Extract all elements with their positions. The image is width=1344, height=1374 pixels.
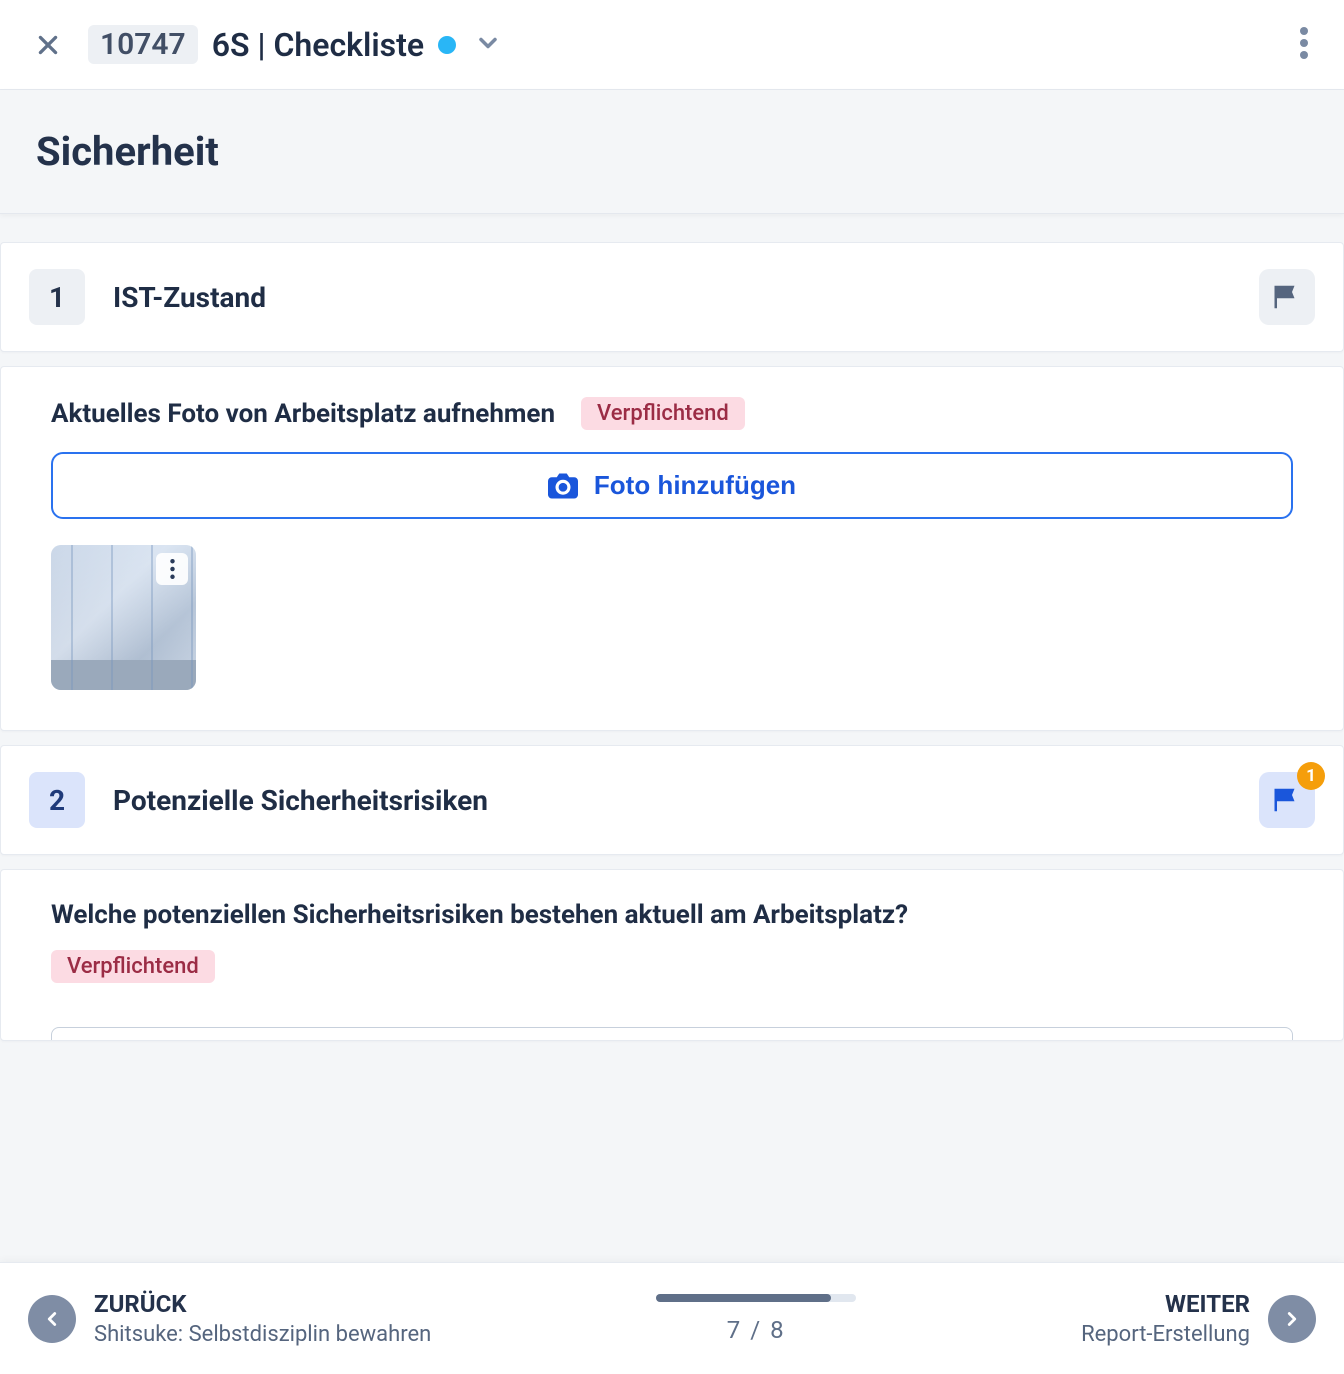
id-badge: 10747 <box>88 25 198 64</box>
more-vertical-icon <box>1300 27 1308 59</box>
next-sublabel: Report-Erstellung <box>1081 1322 1250 1347</box>
question-header-card: 2 Potenzielle Sicherheitsrisiken 1 <box>0 745 1344 855</box>
prompt-text: Welche potenziellen Sicherheitsrisiken b… <box>51 900 908 930</box>
more-vertical-icon <box>170 559 175 579</box>
question-title: IST-Zustand <box>113 281 1231 314</box>
app-header: 10747 6S | Checkliste <box>0 0 1344 90</box>
title-dropdown-button[interactable] <box>470 25 506 65</box>
page-current: 7 <box>727 1316 743 1344</box>
nav-back-labels: ZURÜCK Shitsuke: Selbstdisziplin bewahre… <box>94 1290 431 1347</box>
progress-bar <box>656 1294 856 1302</box>
section-title: Sicherheit <box>0 90 1344 214</box>
answer-input[interactable] <box>51 1027 1293 1041</box>
flag-count-badge: 1 <box>1297 762 1325 790</box>
add-photo-label: Foto hinzufügen <box>594 470 796 501</box>
nav-back-group: ZURÜCK Shitsuke: Selbstdisziplin bewahre… <box>28 1290 431 1347</box>
question-number-badge: 1 <box>29 269 85 325</box>
next-button[interactable] <box>1268 1295 1316 1343</box>
flag-icon <box>1272 785 1302 815</box>
photo-thumbnail[interactable] <box>51 545 196 690</box>
back-button[interactable] <box>28 1295 76 1343</box>
thumbnail-more-button[interactable] <box>156 553 188 585</box>
header-left-group: 10747 6S | Checkliste <box>28 25 506 65</box>
chevron-right-icon <box>1281 1308 1303 1330</box>
camera-icon <box>548 473 578 499</box>
status-dot-icon <box>438 36 456 54</box>
back-sublabel: Shitsuke: Selbstdisziplin bewahren <box>94 1322 431 1347</box>
page-total: 8 <box>770 1316 786 1344</box>
page-indicator: 7 / 8 <box>656 1316 856 1344</box>
prompt-block: Welche potenziellen Sicherheitsrisiken b… <box>51 900 1293 1005</box>
question-header-card: 1 IST-Zustand <box>0 242 1344 352</box>
required-badge: Verpflichtend <box>51 950 215 983</box>
question-body-card: Aktuelles Foto von Arbeitsplatz aufnehme… <box>0 366 1344 731</box>
flag-button[interactable] <box>1259 269 1315 325</box>
title-group: 10747 6S | Checkliste <box>88 25 506 65</box>
footer-center: 7 / 8 <box>656 1294 856 1344</box>
prompt-text: Aktuelles Foto von Arbeitsplatz aufnehme… <box>51 399 555 429</box>
footer-nav: ZURÜCK Shitsuke: Selbstdisziplin bewahre… <box>0 1262 1344 1374</box>
close-button[interactable] <box>28 25 68 65</box>
thumbnail-row <box>51 545 1293 690</box>
prompt-line: Aktuelles Foto von Arbeitsplatz aufnehme… <box>51 397 1293 430</box>
page-sep: / <box>742 1316 770 1344</box>
add-photo-button[interactable]: Foto hinzufügen <box>51 452 1293 519</box>
question-header: 2 Potenzielle Sicherheitsrisiken 1 <box>1 746 1343 854</box>
back-label: ZURÜCK <box>94 1290 431 1318</box>
progress-fill <box>656 1294 831 1302</box>
chevron-left-icon <box>41 1308 63 1330</box>
question-title: Potenzielle Sicherheitsrisiken <box>113 784 1231 817</box>
question-body: Welche potenziellen Sicherheitsrisiken b… <box>1 870 1343 1041</box>
page-title: 6S | Checkliste <box>212 26 424 64</box>
required-badge: Verpflichtend <box>581 397 745 430</box>
question-number-badge: 2 <box>29 772 85 828</box>
nav-next-group: WEITER Report-Erstellung <box>1081 1290 1316 1347</box>
next-label: WEITER <box>1081 1290 1250 1318</box>
close-icon <box>35 32 61 58</box>
flag-button[interactable]: 1 <box>1259 772 1315 828</box>
question-body: Aktuelles Foto von Arbeitsplatz aufnehme… <box>1 367 1343 730</box>
flag-icon <box>1272 282 1302 312</box>
more-options-button[interactable] <box>1292 19 1316 71</box>
nav-next-labels: WEITER Report-Erstellung <box>1081 1290 1250 1347</box>
question-body-card: Welche potenziellen Sicherheitsrisiken b… <box>0 869 1344 1041</box>
chevron-down-icon <box>474 29 502 57</box>
question-header: 1 IST-Zustand <box>1 243 1343 351</box>
